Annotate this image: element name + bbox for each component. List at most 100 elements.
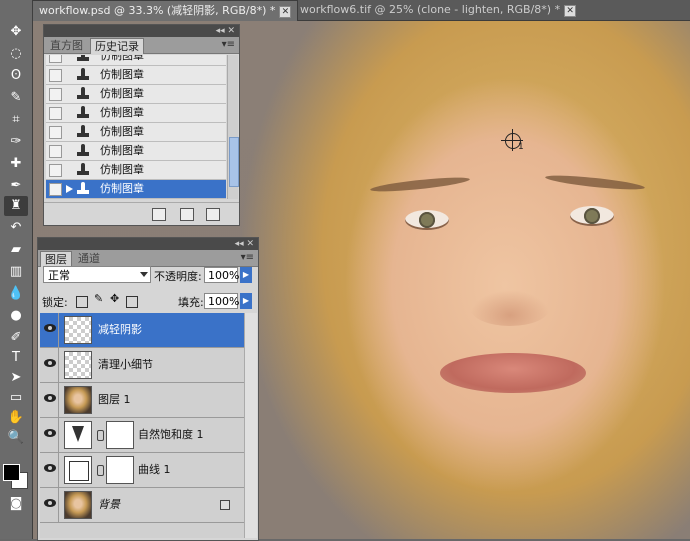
visibility-eye-icon[interactable] (44, 464, 56, 472)
blur-tool-icon[interactable]: 💧 (4, 284, 28, 304)
history-snapshot-checkbox[interactable] (49, 126, 62, 139)
path-select-tool-icon[interactable]: ➤ (4, 368, 28, 388)
close-icon[interactable]: ✕ (279, 6, 292, 18)
tab-history[interactable]: 历史记录 (90, 38, 144, 54)
clone-stamp-icon (76, 125, 90, 139)
layer-row[interactable]: 清理小细节 (40, 348, 244, 383)
visibility-eye-icon[interactable] (44, 359, 56, 367)
opacity-slider-arrow-icon[interactable]: ▶ (240, 267, 252, 283)
visibility-eye-icon[interactable] (44, 499, 56, 507)
zoom-tool-icon[interactable]: 🔍 (4, 428, 28, 448)
history-snapshot-checkbox[interactable] (49, 69, 62, 82)
eraser-tool-icon[interactable]: ▰ (4, 240, 28, 260)
crop-tool-icon[interactable]: ⌗ (4, 110, 28, 130)
clone-stamp-tool-icon[interactable]: ♜ (4, 196, 28, 216)
layer-thumbnail (64, 316, 92, 344)
panel-menu-icon[interactable]: ▾≡ (222, 39, 235, 50)
history-item[interactable]: 仿制图章 (46, 85, 226, 104)
hand-tool-icon[interactable]: ✋ (4, 408, 28, 428)
layers-panel-tabs: 图层 通道 ▾≡ (38, 250, 258, 267)
history-snapshot-checkbox[interactable] (49, 164, 62, 177)
layer-row[interactable]: 背景 (40, 488, 244, 523)
visibility-eye-icon[interactable] (44, 394, 56, 402)
gradient-tool-icon[interactable]: ▥ (4, 262, 28, 282)
document-tab-workflow-psd[interactable]: workflow.psd @ 33.3% (减轻阴影, RGB/8*) * ✕ (32, 0, 299, 21)
quick-mask-icon[interactable]: ◙ (4, 494, 28, 514)
history-item-label: 仿制图章 (100, 68, 144, 81)
tab-channels[interactable]: 通道 (74, 251, 104, 266)
panel-menu-icon[interactable]: ▾≡ (241, 252, 254, 263)
history-item-label: 仿制图章 (100, 55, 144, 62)
chevron-down-icon (140, 272, 148, 277)
fill-input[interactable]: 100% (204, 293, 239, 309)
layer-row-selected[interactable]: 减轻阴影 (40, 313, 244, 348)
move-tool-icon[interactable]: ✥ (4, 22, 28, 42)
layer-row[interactable]: 图层 1 (40, 383, 244, 418)
visibility-eye-icon[interactable] (44, 429, 56, 437)
quick-select-tool-icon[interactable]: ✎ (4, 88, 28, 108)
mask-link-icon[interactable] (97, 430, 104, 441)
blend-mode-select[interactable]: 正常 (43, 266, 151, 283)
trash-icon[interactable] (206, 208, 220, 221)
history-state-marker-icon[interactable] (66, 185, 73, 193)
opacity-input[interactable]: 100% (204, 267, 239, 283)
fill-slider-arrow-icon[interactable]: ▶ (240, 293, 252, 309)
history-panel-tabs: 直方图 历史记录 ▾≡ (44, 37, 239, 54)
history-item[interactable]: 仿制图章 (46, 104, 226, 123)
history-item[interactable]: 仿制图章 (46, 142, 226, 161)
lock-icon (220, 500, 230, 510)
portrait-right-brow (544, 172, 646, 193)
lock-transparent-pixels-icon[interactable] (76, 296, 88, 308)
scrollbar-thumb[interactable] (229, 137, 239, 187)
toolbox: ✥ ◌ ʘ ✎ ⌗ ✑ ✚ ✒ ♜ ↶ ▰ ▥ 💧 ● ✐ T ➤ ▭ ✋ 🔍 … (0, 0, 33, 539)
close-icon[interactable]: ✕ (564, 5, 577, 17)
layer-mask-thumbnail[interactable] (106, 456, 134, 484)
history-item[interactable]: 仿制图章 (46, 55, 226, 66)
brush-tool-icon[interactable]: ✒ (4, 176, 28, 196)
opacity-label: 不透明度: (154, 270, 202, 283)
lasso-tool-icon[interactable]: ʘ (4, 66, 28, 86)
new-document-from-state-icon[interactable] (152, 208, 166, 221)
vibrance-adjustment-icon (64, 421, 92, 449)
type-tool-icon[interactable]: T (4, 348, 28, 368)
layers-scrollbar[interactable] (244, 313, 257, 538)
collapse-icon[interactable]: ◂◂ ✕ (235, 238, 254, 250)
history-snapshot-checkbox[interactable] (49, 88, 62, 101)
tab-layers[interactable]: 图层 (40, 251, 72, 267)
history-item[interactable]: 仿制图章 (46, 66, 226, 85)
portrait-left-eye (405, 210, 449, 230)
eyedropper-tool-icon[interactable]: ✑ (4, 132, 28, 152)
layer-row[interactable]: 曲线 1 (40, 453, 244, 488)
new-snapshot-camera-icon[interactable] (180, 208, 194, 221)
history-item[interactable]: 仿制图章 (46, 161, 226, 180)
history-snapshot-checkbox[interactable] (49, 55, 62, 63)
history-snapshot-checkbox[interactable] (49, 183, 62, 196)
pen-tool-icon[interactable]: ✐ (4, 328, 28, 348)
history-snapshot-checkbox[interactable] (49, 145, 62, 158)
history-item[interactable]: 仿制图章 (46, 123, 226, 142)
healing-brush-tool-icon[interactable]: ✚ (4, 154, 28, 174)
history-scrollbar[interactable] (227, 55, 239, 199)
lock-position-icon[interactable]: ✥ (110, 292, 119, 305)
layer-row[interactable]: 自然饱和度 1 (40, 418, 244, 453)
lock-all-icon[interactable] (126, 296, 138, 308)
history-panel: ◂◂ ✕ 直方图 历史记录 ▾≡ 仿制图章 仿制图章 仿制图章 仿制图章 仿制图… (43, 24, 240, 226)
tab-histogram[interactable]: 直方图 (46, 38, 87, 53)
history-item-selected[interactable]: 仿制图章 (46, 180, 226, 199)
document-tab-label: workflow6.tif @ 25% (clone - lighten, RG… (300, 3, 561, 16)
history-item-label: 仿制图章 (100, 144, 144, 157)
history-snapshot-checkbox[interactable] (49, 107, 62, 120)
lock-image-pixels-icon[interactable]: ✎ (94, 292, 103, 305)
history-brush-tool-icon[interactable]: ↶ (4, 218, 28, 238)
visibility-eye-icon[interactable] (44, 324, 56, 332)
shape-tool-icon[interactable]: ▭ (4, 388, 28, 408)
marquee-tool-icon[interactable]: ◌ (4, 44, 28, 64)
dodge-tool-icon[interactable]: ● (4, 306, 28, 326)
mask-link-icon[interactable] (97, 465, 104, 476)
collapse-icon[interactable]: ◂◂ ✕ (216, 25, 235, 37)
document-tab-workflow6-tif[interactable]: workflow6.tif @ 25% (clone - lighten, RG… (294, 0, 582, 20)
layer-mask-thumbnail[interactable] (106, 421, 134, 449)
layers-panel: ◂◂ ✕ 图层 通道 ▾≡ 正常 不透明度: 100% ▶ 锁定: ✎ ✥ 填充… (37, 237, 259, 541)
clone-stamp-icon (76, 68, 90, 82)
foreground-color-swatch[interactable] (3, 464, 20, 481)
